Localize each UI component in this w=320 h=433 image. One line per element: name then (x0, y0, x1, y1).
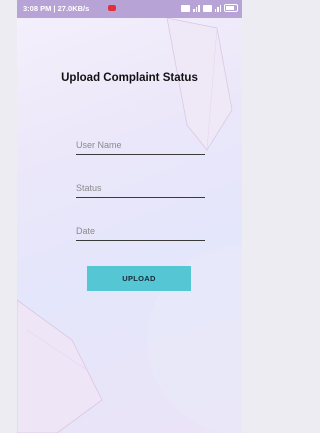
recording-icon (108, 5, 116, 11)
username-field[interactable] (76, 136, 205, 155)
upload-button[interactable]: UPLOAD (87, 266, 191, 291)
date-field[interactable] (76, 222, 205, 241)
page-title: Upload Complaint Status (61, 72, 198, 84)
background-decoration (17, 17, 242, 433)
battery-icon (224, 4, 238, 12)
sim-icon (202, 4, 212, 12)
signal-icon (193, 4, 200, 12)
status-bar: 3:08 PM | 27.0KB/s (17, 0, 242, 18)
status-field[interactable] (76, 179, 205, 198)
sim-icon (181, 4, 190, 12)
status-time: 3:08 PM | 27.0KB/s (23, 4, 90, 13)
phone-screen: 3:08 PM | 27.0KB/s Upload Complaint Stat… (17, 0, 242, 433)
signal-icon (214, 4, 221, 12)
status-icons (181, 4, 238, 12)
